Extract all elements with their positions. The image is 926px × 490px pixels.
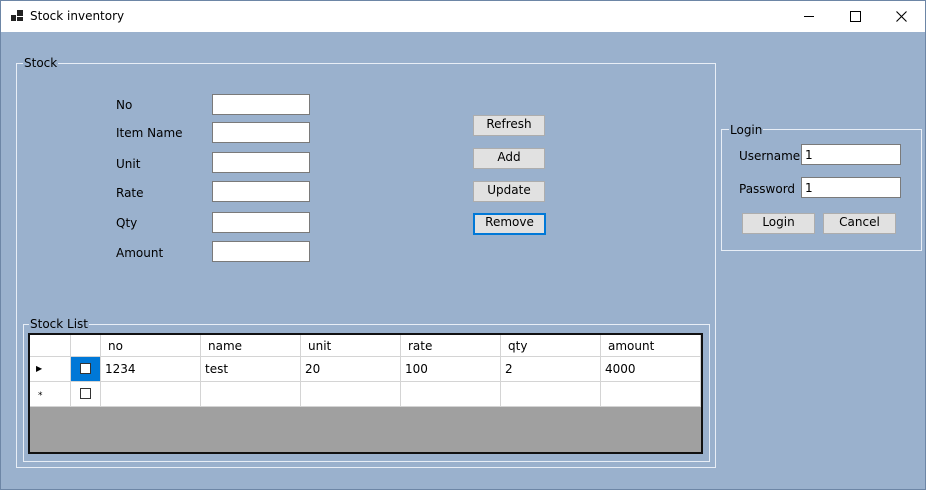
login-group-title: Login [729,123,764,137]
column-header-rate[interactable]: rate [401,335,501,357]
cell-name[interactable]: test [201,357,301,382]
app-window: Stock inventory Stock No Item Name Unit … [0,0,926,490]
stock-list-group-title: Stock List [29,317,90,331]
qty-input[interactable] [212,212,310,233]
row-checkbox[interactable] [80,363,91,374]
current-row-indicator-icon: ▶ [36,364,43,373]
username-label: Username [739,149,801,163]
app-icon [11,10,23,22]
refresh-button[interactable]: Refresh [473,115,545,136]
new-row-cell[interactable] [501,382,601,407]
cell-no[interactable]: 1234 [101,357,201,382]
stock-data-grid[interactable]: no name unit rate qty amount ▶ 1234 test… [28,333,703,454]
password-input[interactable] [801,177,901,198]
close-icon [895,11,907,22]
cancel-button[interactable]: Cancel [823,213,896,234]
amount-label: Amount [116,246,164,260]
no-label: No [116,98,133,112]
unit-input[interactable] [212,152,310,173]
rate-label: Rate [116,186,144,200]
add-button[interactable]: Add [473,148,545,169]
column-header-no[interactable]: no [101,335,201,357]
maximize-button[interactable] [832,1,878,32]
new-row-cell[interactable] [401,382,501,407]
table-row-checkbox-cell[interactable] [71,357,101,382]
new-row-header[interactable]: * [30,382,71,407]
title-bar[interactable]: Stock inventory [1,1,925,32]
checkbox-column-header[interactable] [71,335,101,357]
new-row-cell[interactable] [101,382,201,407]
new-row-checkbox-cell[interactable] [71,382,101,407]
rate-input[interactable] [212,181,310,202]
item-name-input[interactable] [212,122,310,143]
update-button[interactable]: Update [473,181,545,202]
unit-label: Unit [116,157,141,171]
window-title: Stock inventory [30,9,125,23]
new-row-checkbox[interactable] [80,388,91,399]
maximize-icon [849,11,861,22]
minimize-button[interactable] [786,1,832,32]
no-input[interactable] [212,94,310,115]
item-name-label: Item Name [116,126,183,140]
amount-input[interactable] [212,241,310,262]
new-row-cell[interactable] [301,382,401,407]
minimize-icon [804,16,814,17]
row-header[interactable]: ▶ [30,357,71,382]
new-row-cell[interactable] [201,382,301,407]
password-label: Password [739,182,796,196]
column-header-amount[interactable]: amount [601,335,701,357]
login-button[interactable]: Login [742,213,815,234]
remove-button[interactable]: Remove [473,213,546,235]
column-header-name[interactable]: name [201,335,301,357]
cell-qty[interactable]: 2 [501,357,601,382]
column-header-unit[interactable]: unit [301,335,401,357]
cell-amount[interactable]: 4000 [601,357,701,382]
cell-rate[interactable]: 100 [401,357,501,382]
cell-unit[interactable]: 20 [301,357,401,382]
stock-group-title: Stock [23,56,59,70]
new-row-indicator-icon: * [38,391,43,401]
username-input[interactable] [801,144,901,165]
column-header-qty[interactable]: qty [501,335,601,357]
new-row-cell[interactable] [601,382,701,407]
qty-label: Qty [116,216,138,230]
grid-corner-header[interactable] [30,335,71,357]
close-button[interactable] [878,1,924,32]
